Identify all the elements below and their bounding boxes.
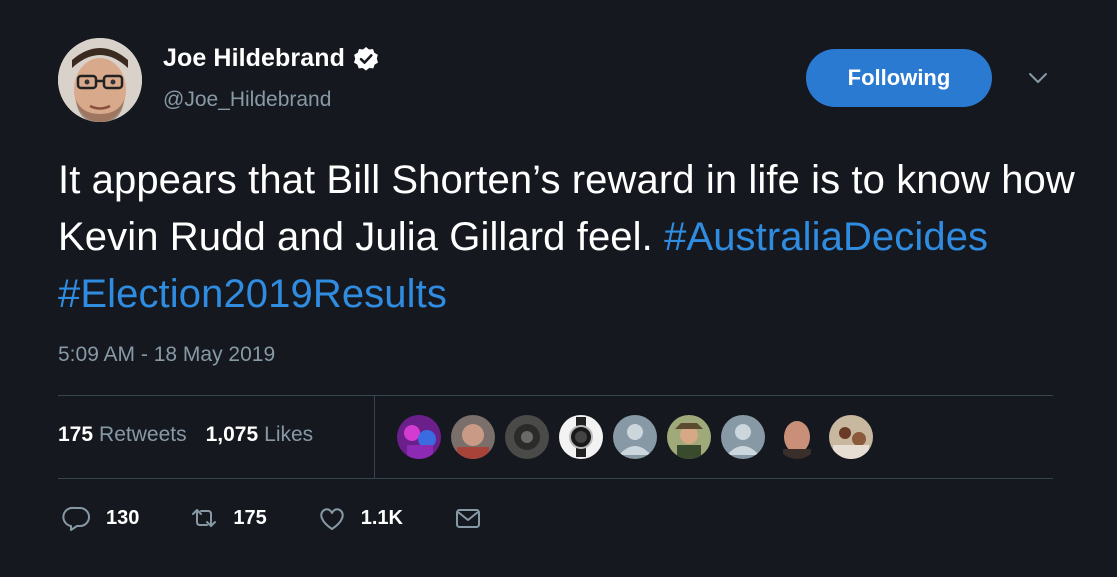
- stats-divider: [374, 396, 375, 478]
- following-button[interactable]: Following: [806, 49, 992, 107]
- tweet-actions: 130 175 1.1K: [62, 503, 533, 533]
- like-count: 1.1K: [360, 506, 403, 529]
- author-avatar-image: [58, 38, 142, 122]
- engagement-stats: 175 Retweets 1,075 Likes: [58, 423, 313, 447]
- liker-avatar[interactable]: [720, 414, 766, 460]
- direct-message-button[interactable]: [453, 503, 483, 533]
- retweets-count: 175: [58, 423, 94, 446]
- author-avatar[interactable]: [58, 38, 142, 122]
- likes-label: Likes: [264, 423, 314, 446]
- reply-button[interactable]: 130: [62, 503, 139, 533]
- heart-icon: [320, 508, 344, 530]
- liker-avatar[interactable]: [558, 414, 604, 460]
- liker-avatar[interactable]: [774, 414, 820, 460]
- retweet-button[interactable]: 175: [189, 503, 267, 533]
- tweet-text: It appears that Bill Shorten’s reward in…: [58, 152, 1088, 323]
- author-display-name[interactable]: Joe Hildebrand: [163, 44, 345, 73]
- liker-avatar[interactable]: [396, 414, 442, 460]
- verified-badge-icon: [353, 46, 379, 72]
- likes-stat[interactable]: 1,075 Likes: [206, 423, 314, 447]
- hashtag-link[interactable]: #AustraliaDecides: [664, 215, 988, 259]
- tweet-timestamp[interactable]: 5:09 AM - 18 May 2019: [58, 343, 275, 367]
- envelope-icon: [456, 509, 480, 528]
- liker-avatar[interactable]: [666, 414, 712, 460]
- reply-icon: [62, 506, 90, 531]
- liker-avatar[interactable]: [612, 414, 658, 460]
- author-handle[interactable]: @Joe_Hildebrand: [163, 88, 331, 112]
- like-button[interactable]: 1.1K: [317, 503, 403, 533]
- hashtag-link[interactable]: #Election2019Results: [58, 272, 447, 316]
- liker-avatar[interactable]: [828, 414, 874, 460]
- retweet-count: 175: [233, 506, 267, 529]
- retweet-icon: [192, 509, 217, 527]
- chevron-down-icon[interactable]: [1026, 66, 1050, 90]
- liker-avatar[interactable]: [450, 414, 496, 460]
- reply-count: 130: [106, 506, 140, 529]
- retweets-label: Retweets: [99, 423, 187, 446]
- likers-avatar-row: [396, 414, 882, 460]
- likes-count: 1,075: [205, 423, 259, 446]
- author-name-row: Joe Hildebrand: [163, 44, 379, 73]
- liker-avatar[interactable]: [504, 414, 550, 460]
- tweet-card: Joe Hildebrand @Joe_Hildebrand Following…: [0, 0, 1117, 577]
- divider: [58, 478, 1053, 479]
- retweets-stat[interactable]: 175 Retweets: [58, 423, 187, 447]
- divider: [58, 395, 1053, 396]
